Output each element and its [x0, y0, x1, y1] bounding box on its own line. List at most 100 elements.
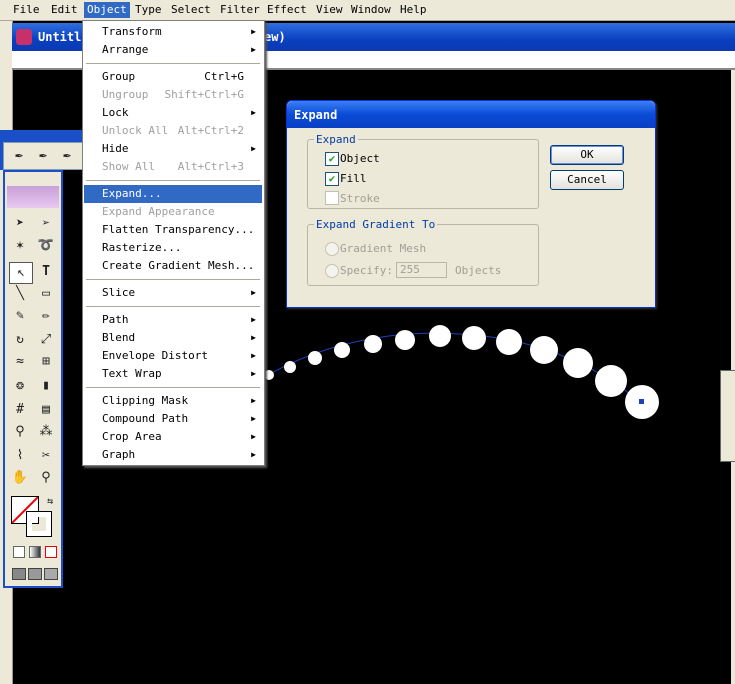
blend-dot [530, 336, 558, 364]
stroke-swatch[interactable] [26, 511, 52, 537]
menu-item-clipping-mask[interactable]: Clipping Mask ▶ [84, 392, 262, 410]
menu-object[interactable]: Object [84, 2, 130, 18]
mesh-icon[interactable]: # [9, 400, 31, 420]
full-screen-menu-mode-icon[interactable] [28, 568, 42, 580]
menu-type[interactable]: Type [132, 3, 165, 17]
menu-item-graph[interactable]: Graph ▶ [84, 446, 262, 464]
object-checkbox-label: Object [340, 152, 380, 165]
selection-icon[interactable]: ➤ [9, 214, 31, 234]
menu-item-expand[interactable]: Expand... [84, 185, 262, 203]
symbol-sprayer-icon[interactable]: ❂ [9, 376, 31, 396]
menu-separator [86, 306, 260, 307]
menu-window[interactable]: Window [348, 3, 394, 17]
free-transform-icon[interactable]: ⊞ [35, 352, 57, 372]
menu-view[interactable]: View [313, 3, 346, 17]
menu-item-show-all: Show All Alt+Ctrl+3 [102, 160, 244, 173]
pencil-icon[interactable]: ✏ [35, 306, 57, 326]
anchor-point [639, 399, 644, 404]
warp-icon[interactable]: ≈ [9, 352, 31, 372]
eyedropper-icon[interactable]: ⚲ [9, 422, 31, 442]
menu-item-compound-path[interactable]: Compound Path ▶ [84, 410, 262, 428]
object-checkbox[interactable]: ✔ [325, 152, 339, 166]
expand-gradient-group-legend: Expand Gradient To [316, 218, 436, 231]
menu-separator [86, 63, 260, 64]
magic-wand-icon[interactable]: ✶ [9, 236, 31, 256]
submenu-arrow-icon: ▶ [251, 27, 256, 36]
menu-item-blend[interactable]: Blend ▶ [84, 329, 262, 347]
submenu-arrow-icon: ▶ [251, 369, 256, 378]
menu-item-create-gradient-mesh[interactable]: Create Gradient Mesh... [84, 257, 262, 275]
hand-icon[interactable]: ✋ [9, 468, 31, 488]
menu-item-group[interactable]: Group Ctrl+G [84, 68, 262, 86]
submenu-arrow-icon: ▶ [251, 108, 256, 117]
gradient-mode-icon[interactable] [29, 546, 41, 558]
menu-item-transform[interactable]: Transform ▶ [84, 23, 262, 41]
direct-selection-icon[interactable]: ➢ [35, 214, 57, 234]
menu-item-slice[interactable]: Slice ▶ [84, 284, 262, 302]
menu-item-path[interactable]: Path ▶ [84, 311, 262, 329]
blend-dot [595, 365, 627, 397]
blend-dot [395, 330, 415, 350]
fill-checkbox-label: Fill [340, 172, 367, 185]
submenu-arrow-icon: ▶ [251, 288, 256, 297]
color-mode-icon[interactable] [13, 546, 25, 558]
pen-icon[interactable]: ✒ [8, 146, 30, 166]
lasso-icon[interactable]: ➰ [35, 236, 57, 256]
dialog-title: Expand [294, 108, 338, 122]
stroke-checkbox [325, 191, 339, 205]
menu-separator [86, 180, 260, 181]
cancel-button[interactable]: Cancel [550, 170, 624, 190]
menu-item-crop-area[interactable]: Crop Area ▶ [84, 428, 262, 446]
toolbox-logo-flower [7, 186, 59, 208]
paintbrush-icon[interactable]: ✎ [9, 306, 31, 326]
blend-dot [496, 329, 522, 355]
menu-item-arrange[interactable]: Arrange ▶ [84, 41, 262, 59]
menu-item-rasterize[interactable]: Rasterize... [84, 239, 262, 257]
scale-icon[interactable]: ⤢ [35, 330, 57, 350]
blend-dot [264, 370, 274, 380]
blend-dot [462, 326, 486, 350]
scissors-icon[interactable]: ✂ [35, 446, 57, 466]
rectangle-icon[interactable]: ▭ [35, 284, 57, 304]
submenu-arrow-icon: ▶ [251, 351, 256, 360]
line-segment-icon[interactable]: ╲ [9, 284, 31, 304]
slice-icon[interactable]: ⌇ [9, 446, 31, 466]
rotate-icon[interactable]: ↻ [9, 330, 31, 350]
submenu-arrow-icon: ▶ [251, 432, 256, 441]
gradient-icon[interactable]: ▤ [35, 400, 57, 420]
pen-tool-icon[interactable]: ↖ [9, 262, 33, 284]
menu-help[interactable]: Help [397, 3, 430, 17]
type-icon[interactable]: T [35, 262, 57, 282]
ok-button[interactable]: OK [550, 145, 624, 165]
full-screen-mode-icon[interactable] [44, 568, 58, 580]
expand-group-legend: Expand [316, 133, 356, 146]
object-menu: Transform ▶ Arrange ▶ Group Ctrl+G Ungroup S… [82, 20, 265, 466]
toolbox: ➤ ➢ ✶ ➰ ↖ T ╲ ▭ ✎ ✏ ↻ ⤢ ≈ ⊞ ❂ ▮ # ▤ ⚲ ⁂ … [3, 170, 63, 588]
menu-select[interactable]: Select [168, 3, 214, 17]
menu-item-hide[interactable]: Hide ▶ [84, 140, 262, 158]
swap-colors-icon[interactable]: ⇆ [39, 492, 61, 512]
menu-file[interactable]: File [10, 3, 43, 17]
none-mode-icon[interactable] [45, 546, 57, 558]
menu-item-flatten-transparency[interactable]: Flatten Transparency... [84, 221, 262, 239]
illustrator-doc-icon [16, 29, 32, 45]
menu-item-lock[interactable]: Lock ▶ [84, 104, 262, 122]
menu-edit[interactable]: Edit [48, 3, 81, 17]
menu-item-envelope-distort[interactable]: Envelope Distort ▶ [84, 347, 262, 365]
menu-effect[interactable]: Effect [264, 3, 310, 17]
column-graph-icon[interactable]: ▮ [35, 376, 57, 396]
expand-dialog: Expand Expand ✔ Object ✔ Fill Stroke Exp… [286, 100, 656, 308]
fill-checkbox[interactable]: ✔ [325, 172, 339, 186]
delete-anchor-icon[interactable]: ✒ [56, 146, 78, 166]
gradient-mesh-label: Gradient Mesh [340, 242, 427, 255]
dialog-title-bar[interactable]: Expand [287, 101, 655, 128]
add-anchor-icon[interactable]: ✒ [32, 146, 54, 166]
submenu-arrow-icon: ▶ [251, 450, 256, 459]
menu-separator [86, 387, 260, 388]
menu-item-text-wrap[interactable]: Text Wrap ▶ [84, 365, 262, 383]
zoom-icon[interactable]: ⚲ [35, 468, 57, 488]
specify-label: Specify: [340, 264, 393, 277]
menu-filter[interactable]: Filter [217, 3, 263, 17]
standard-screen-mode-icon[interactable] [12, 568, 26, 580]
blend-icon[interactable]: ⁂ [35, 422, 57, 442]
